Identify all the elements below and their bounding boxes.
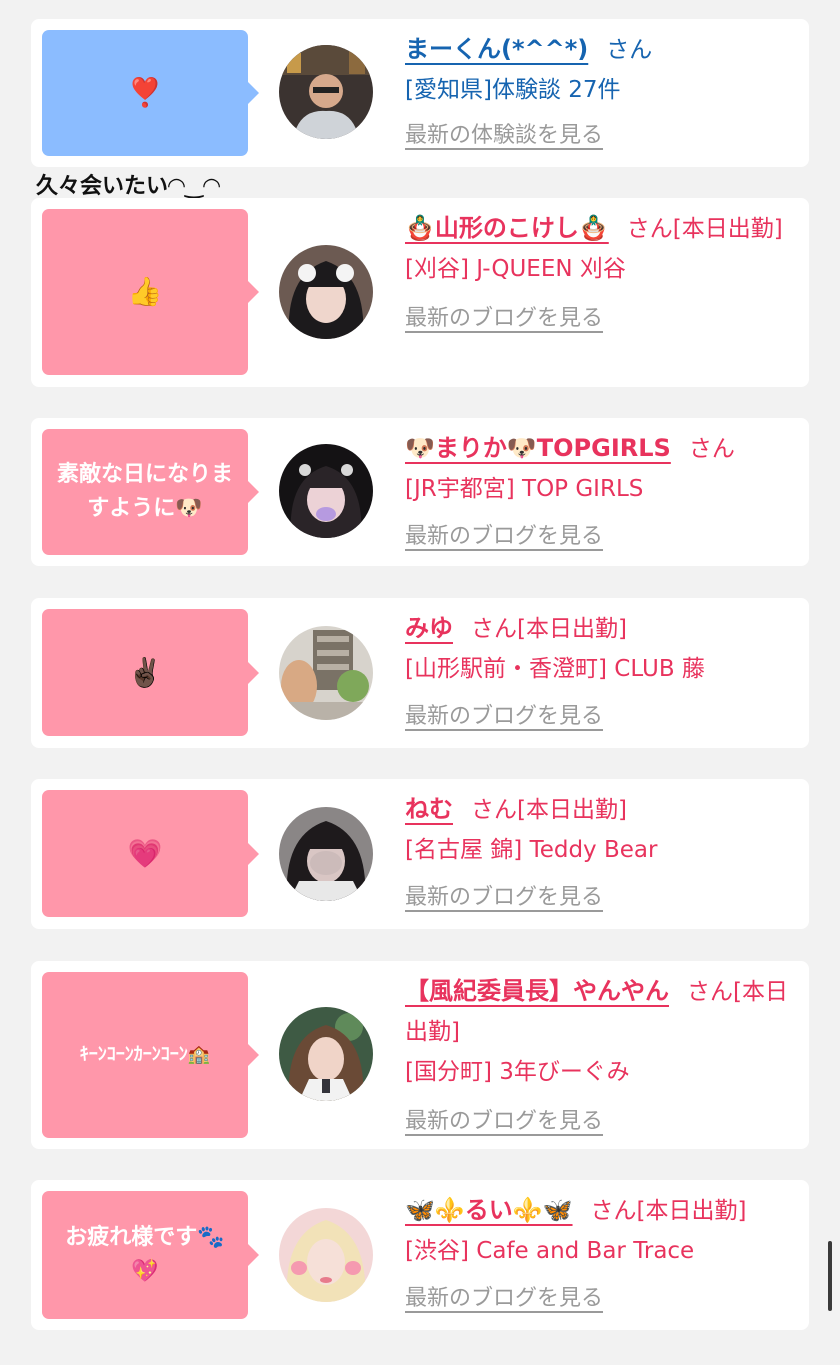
name-suffix: さん [688, 436, 735, 462]
user-name-link[interactable]: 🦋⚜️るい⚜️🦋 [405, 1196, 573, 1224]
avatar[interactable] [279, 444, 373, 538]
note-text: 久々会いたい◠‿◠ [36, 174, 221, 199]
comment-bubble: ❣️ [42, 30, 259, 156]
entry-info: 🪆山形のこけし🪆 さん[本日出勤] [刈谷] J-QUEEN 刈谷 最新のブログを… [405, 208, 791, 339]
latest-link[interactable]: 最新の体験談を見る [405, 116, 791, 156]
blog-card: 👍 🪆山形のこけし🪆 さん[本日出勤] [刈谷] J-QUEEN 刈谷 最新のブロ… [31, 198, 809, 387]
user-name-link[interactable]: 【風紀委員長】やんやん [405, 977, 669, 1005]
latest-link[interactable]: 最新のブログを見る [405, 517, 791, 557]
name-line: 🪆山形のこけし🪆 さん[本日出勤] [405, 208, 791, 249]
shop-label: [渋谷] Cafe and Bar Trace [405, 1238, 695, 1264]
user-name-link[interactable]: ねむ [405, 795, 453, 823]
entry-info: ねむ さん[本日出勤] [名古屋 錦] Teddy Bear 最新のブログを見る [405, 789, 791, 918]
bubble-text: ｷｰﾝｺｰﾝｶｰﾝｺｰﾝ🏫 [79, 1044, 211, 1065]
shop-label: [名古屋 錦] Teddy Bear [405, 837, 658, 863]
bubble-text: ❣️ [127, 76, 163, 109]
comment-bubble: ｷｰﾝｺｰﾝｶｰﾝｺｰﾝ🏫 [42, 972, 259, 1138]
blog-card: ｷｰﾝｺｰﾝｶｰﾝｺｰﾝ🏫 【風紀委員長】やんやん さん[本日出勤] [国分町] … [31, 961, 809, 1149]
comment-bubble: お疲れ様です🐾💖 [42, 1191, 259, 1319]
blog-card: 素敵な日になりますように🐶 🐶まりか🐶TOPGIRLS さん [JR宇都宮] TO… [31, 418, 809, 566]
avatar[interactable] [279, 245, 373, 339]
latest-link[interactable]: 最新のブログを見る [405, 299, 791, 339]
user-name-link[interactable]: まーくん(*^^*) [405, 35, 588, 63]
comment-bubble: ✌🏿 [42, 609, 259, 736]
name-line: ねむ さん[本日出勤] [405, 789, 791, 830]
shop-label: [JR宇都宮] TOP GIRLS [405, 476, 644, 502]
bubble-text: 💗 [127, 836, 163, 870]
user-name-link[interactable]: 🪆山形のこけし🪆 [405, 214, 609, 242]
scrollbar[interactable] [828, 1241, 832, 1311]
name-line: 【風紀委員長】やんやん さん[本日出勤] [405, 971, 791, 1052]
entry-info: 🐶まりか🐶TOPGIRLS さん [JR宇都宮] TOP GIRLS 最新のブログ… [405, 428, 791, 557]
blog-card: お疲れ様です🐾💖 🦋⚜️るい⚜️🦋 さん[本日出勤] [渋谷] Cafe and … [31, 1180, 809, 1330]
avatar[interactable] [279, 807, 373, 901]
shop-label: [愛知県]体験談 27件 [405, 77, 621, 103]
name-suffix: さん[本日出勤] [626, 216, 783, 242]
bubble-text: 👍 [127, 275, 163, 308]
comment-bubble: 素敵な日になりますように🐶 [42, 429, 259, 555]
user-name-link[interactable]: 🐶まりか🐶TOPGIRLS [405, 434, 671, 462]
name-line: みゆ さん[本日出勤] [405, 608, 791, 649]
bubble-text: ✌🏿 [127, 655, 163, 689]
name-line: まーくん(*^^*) さん [405, 29, 791, 70]
name-line: 🦋⚜️るい⚜️🦋 さん[本日出勤] [405, 1190, 791, 1231]
entry-info: みゆ さん[本日出勤] [山形駅前・香澄町] CLUB 藤 最新のブログを見る [405, 608, 791, 737]
bubble-text: お疲れ様です🐾💖 [65, 1225, 225, 1284]
shop-label: [山形駅前・香澄町] CLUB 藤 [405, 656, 705, 682]
name-line: 🐶まりか🐶TOPGIRLS さん [405, 428, 791, 469]
avatar[interactable] [279, 1208, 373, 1302]
shop-label: [国分町] 3年びーぐみ [405, 1059, 630, 1085]
name-suffix: さん[本日出勤] [590, 1198, 747, 1224]
bubble-text: 素敵な日になりますように🐶 [56, 462, 233, 521]
blog-card: 💗 ねむ さん[本日出勤] [名古屋 錦] Teddy Bear 最新のブログを見… [31, 779, 809, 929]
latest-link[interactable]: 最新のブログを見る [405, 878, 791, 918]
review-card: ❣️ まーくん(*^^*) さん [愛知県]体験談 27件 最新の体験談を見る [31, 19, 809, 167]
latest-link[interactable]: 最新のブログを見る [405, 1102, 791, 1142]
avatar[interactable] [279, 45, 373, 139]
name-suffix: さん[本日出勤] [471, 797, 627, 823]
entry-info: まーくん(*^^*) さん [愛知県]体験談 27件 最新の体験談を見る [405, 29, 791, 156]
avatar[interactable] [279, 626, 373, 720]
comment-bubble: 👍 [42, 209, 259, 375]
comment-bubble: 💗 [42, 790, 259, 917]
shop-label: [刈谷] J-QUEEN 刈谷 [405, 256, 626, 282]
blog-card: ✌🏿 みゆ さん[本日出勤] [山形駅前・香澄町] CLUB 藤 最新のブログを見… [31, 598, 809, 748]
entry-info: 【風紀委員長】やんやん さん[本日出勤] [国分町] 3年びーぐみ 最新のブログを… [405, 971, 791, 1142]
entry-info: 🦋⚜️るい⚜️🦋 さん[本日出勤] [渋谷] Cafe and Bar Trace… [405, 1190, 791, 1319]
avatar[interactable] [279, 1007, 373, 1101]
user-name-link[interactable]: みゆ [405, 614, 453, 642]
latest-link[interactable]: 最新のブログを見る [405, 697, 791, 737]
name-suffix: さん [606, 37, 653, 63]
name-suffix: さん[本日出勤] [471, 616, 627, 642]
latest-link[interactable]: 最新のブログを見る [405, 1279, 791, 1319]
